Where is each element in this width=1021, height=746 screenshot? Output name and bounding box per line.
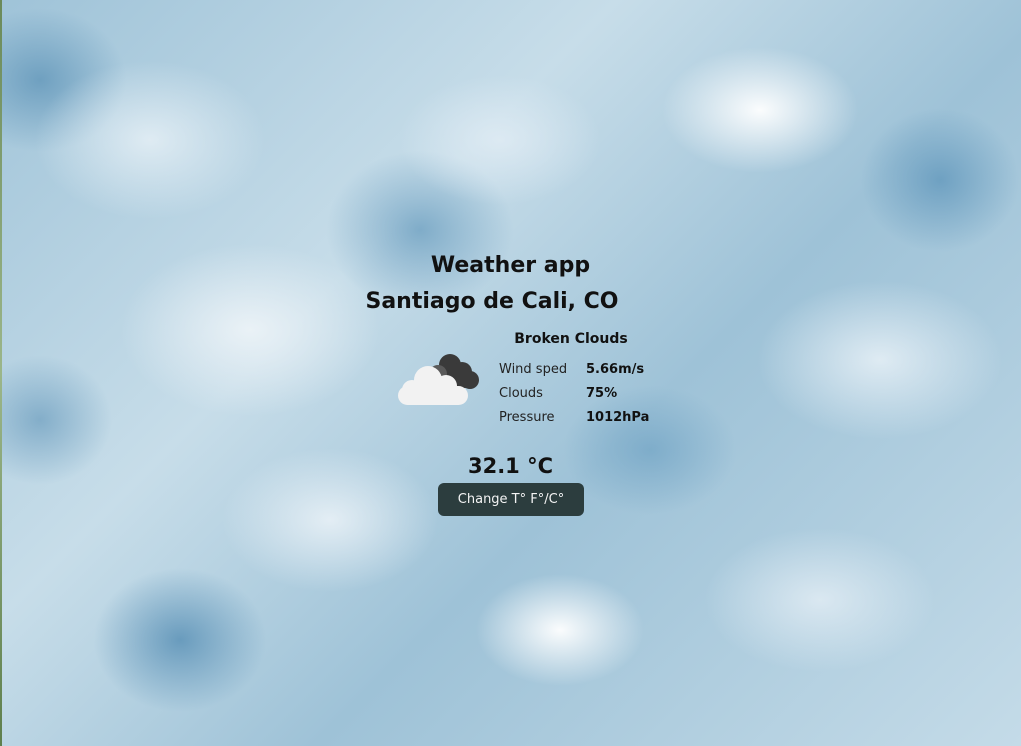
stat-row-wind: Wind sped 5.66m/s bbox=[499, 360, 649, 384]
clouds-label: Clouds bbox=[499, 386, 543, 401]
pressure-label: Pressure bbox=[499, 410, 555, 425]
wind-label: Wind sped bbox=[499, 362, 568, 377]
weather-app: Weather app Santiago de Cali, CO Broken … bbox=[0, 0, 1021, 746]
pressure-value: 1012hPa bbox=[586, 410, 650, 425]
weather-stats: Wind sped 5.66m/s Clouds 75% Pressure 1012h… bbox=[499, 360, 649, 432]
clouds-value: 75% bbox=[586, 386, 618, 401]
location-name: Santiago de Cali, CO bbox=[365, 289, 619, 314]
app-title: Weather app bbox=[430, 253, 591, 278]
change-units-button[interactable]: Change T° F°/C° bbox=[438, 483, 584, 516]
wind-value: 5.66m/s bbox=[586, 362, 645, 377]
temperature-value: 32.1 °C bbox=[467, 454, 554, 478]
broken-clouds-icon bbox=[398, 354, 479, 405]
stat-row-clouds: Clouds 75% bbox=[499, 384, 649, 408]
weather-description: Broken Clouds bbox=[514, 331, 628, 347]
stat-row-pressure: Pressure 1012hPa bbox=[499, 408, 649, 432]
